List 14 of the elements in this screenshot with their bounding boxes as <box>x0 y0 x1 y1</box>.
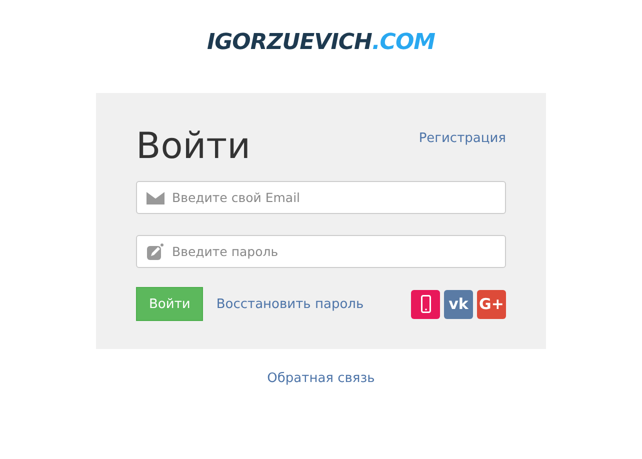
envelope-icon <box>146 190 165 204</box>
email-field[interactable]: Введите свой Email <box>136 181 506 214</box>
vk-button[interactable]: vk <box>444 290 473 318</box>
google-plus-button[interactable]: G+ <box>477 290 506 318</box>
edit-icon <box>146 242 164 260</box>
password-field[interactable]: Введите пароль <box>136 235 506 268</box>
restore-password-link[interactable]: Восстановить пароль <box>216 296 364 312</box>
feedback-link[interactable]: Обратная связь <box>267 371 375 386</box>
phone-button[interactable] <box>411 290 440 318</box>
register-link[interactable]: Регистрация <box>418 131 506 146</box>
login-title: Войти <box>136 125 250 169</box>
login-button[interactable]: Войти <box>136 287 204 321</box>
phone-icon <box>420 295 430 313</box>
site-logo: IGORZUEVICH.COM <box>206 30 436 55</box>
